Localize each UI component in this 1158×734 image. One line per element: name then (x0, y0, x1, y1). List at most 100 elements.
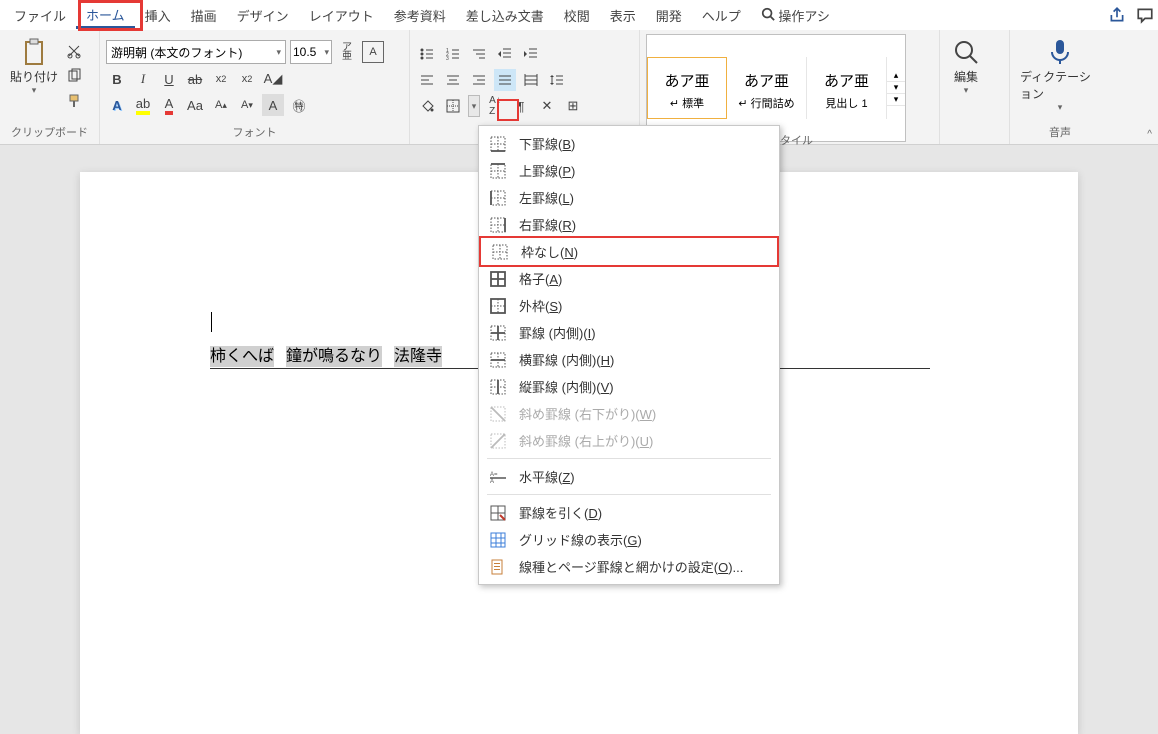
multilevel-list-button[interactable] (468, 43, 490, 65)
eraser-icon: A◢ (264, 71, 283, 87)
style-heading1[interactable]: あア亜 見出し 1 (807, 57, 887, 119)
bullets-button[interactable] (416, 43, 438, 65)
tab-draw[interactable]: 描画 (181, 2, 227, 29)
borders-menu-item-horizontal-line[interactable]: A=A水平線(Z) (479, 463, 779, 490)
borders-menu-item-borders-shading[interactable]: 線種とページ罫線と網かけの設定(O)... (479, 553, 779, 580)
tab-file[interactable]: ファイル (4, 2, 76, 29)
distributed-icon (523, 72, 539, 88)
borders-menu-item-border-none[interactable]: 枠なし(N) (479, 236, 779, 267)
borders-menu-item-border-left[interactable]: 左罫線(L) (479, 184, 779, 211)
align-right-button[interactable] (468, 69, 490, 91)
share-icon[interactable] (1108, 6, 1126, 24)
text-segment: 鐘が鳴るなり (286, 346, 382, 367)
dictation-button[interactable]: ディクテーション ▾ (1016, 34, 1104, 122)
font-color-button[interactable]: A (158, 94, 180, 116)
paste-button[interactable]: 貼り付け ▾ (6, 34, 62, 122)
clear-formatting-button[interactable]: A◢ (262, 68, 284, 90)
borders-menu-item-border-inside-h[interactable]: 横罫線 (内側)(H) (479, 346, 779, 373)
scroll-down-icon[interactable]: ▾ (887, 82, 905, 94)
cut-button[interactable] (66, 43, 82, 64)
phonetic-guide-button[interactable]: ア亜 (336, 41, 358, 63)
chevron-down-icon: ▾ (964, 85, 969, 96)
scroll-more-icon[interactable]: ▾ (887, 94, 905, 106)
enclose-chars-button[interactable]: A (362, 41, 384, 63)
tab-references[interactable]: 参考資料 (384, 2, 456, 29)
borders-dropdown-arrow[interactable]: ▾ (468, 95, 480, 117)
snap-to-grid-button[interactable]: ⊞ (562, 95, 584, 117)
subscript-button[interactable]: x2 (210, 68, 232, 90)
borders-menu-item-border-outside[interactable]: 外枠(S) (479, 292, 779, 319)
borders-button[interactable] (442, 95, 464, 117)
align-left-button[interactable] (416, 69, 438, 91)
char-shading-button[interactable]: A (262, 94, 284, 116)
tab-mailings[interactable]: 差し込み文書 (456, 2, 554, 29)
text-effects-button[interactable]: A (106, 94, 128, 116)
style-preview: あア亜 (824, 66, 869, 95)
borders-menu-item-border-inside-v[interactable]: 縦罫線 (内側)(V) (479, 373, 779, 400)
tab-help[interactable]: ヘルプ (692, 2, 751, 29)
tab-home[interactable]: ホーム (76, 1, 135, 29)
style-scroll[interactable]: ▴ ▾ ▾ (887, 70, 905, 106)
sort-button[interactable]: A↓Z (484, 95, 506, 117)
align-center-button[interactable] (442, 69, 464, 91)
tab-review[interactable]: 校閲 (554, 2, 600, 29)
borders-menu-item-border-right[interactable]: 右罫線(R) (479, 211, 779, 238)
tab-design[interactable]: デザイン (227, 2, 299, 29)
border-diag-up-icon (489, 432, 507, 450)
numbering-button[interactable]: 123 (442, 43, 464, 65)
text-segment: 柿くへば (210, 346, 274, 367)
horizontal-line-icon: A=A (489, 468, 507, 486)
borders-menu-item-view-gridlines[interactable]: グリッド線の表示(G) (479, 526, 779, 553)
highlight-button[interactable]: ab (132, 94, 154, 116)
tab-developer[interactable]: 開発 (646, 2, 692, 29)
justify-button[interactable] (494, 69, 516, 91)
shrink-font-button[interactable]: A▾ (236, 94, 258, 116)
borders-menu-item-draw-table[interactable]: 罫線を引く(D) (479, 499, 779, 526)
menu-item-label: 枠なし(N) (521, 242, 578, 261)
asian-layout-button[interactable]: ✕ (536, 95, 558, 117)
borders-menu-item-border-top[interactable]: 上罫線(P) (479, 157, 779, 184)
decrease-indent-button[interactable] (494, 43, 516, 65)
collapse-ribbon-button[interactable]: ^ (1147, 129, 1152, 140)
format-painter-button[interactable] (66, 93, 82, 114)
enclose-circle-button[interactable]: ㊕ (288, 94, 310, 116)
chevron-down-icon: ▾ (1058, 102, 1063, 113)
borders-menu-item-border-bottom[interactable]: 下罫線(B) (479, 130, 779, 157)
distributed-button[interactable] (520, 69, 542, 91)
copy-button[interactable] (66, 68, 82, 89)
increase-indent-button[interactable] (520, 43, 542, 65)
border-left-icon (489, 189, 507, 207)
tab-view[interactable]: 表示 (600, 2, 646, 29)
strikethrough-button[interactable]: ab (184, 68, 206, 90)
italic-button[interactable]: I (132, 68, 154, 90)
find-button[interactable]: 編集 ▾ (946, 34, 986, 142)
font-size-combo[interactable]: 10.5▾ (290, 40, 332, 64)
comments-icon[interactable] (1136, 6, 1154, 24)
bold-button[interactable]: B (106, 68, 128, 90)
style-name: 見出し 1 (825, 95, 867, 111)
show-marks-button[interactable]: ¶ (510, 95, 532, 117)
style-normal[interactable]: あア亜 ↵ 標準 (647, 57, 727, 119)
superscript-button[interactable]: x2 (236, 68, 258, 90)
borders-menu-item-border-all[interactable]: 格子(A) (479, 265, 779, 292)
menu-item-label: 罫線 (内側)(I) (519, 323, 596, 342)
style-no-spacing[interactable]: あア亜 ↵ 行間詰め (727, 57, 807, 119)
border-outside-icon (489, 297, 507, 315)
scroll-up-icon[interactable]: ▴ (887, 70, 905, 82)
line-spacing-button[interactable] (546, 69, 568, 91)
font-name-combo[interactable]: 游明朝 (本文のフォント)▾ (106, 40, 286, 64)
change-case-button[interactable]: Aa (184, 94, 206, 116)
menu-item-label: 左罫線(L) (519, 188, 574, 207)
multilevel-icon (471, 46, 487, 62)
tab-insert[interactable]: 挿入 (135, 2, 181, 29)
underline-button[interactable]: U (158, 68, 180, 90)
group-clipboard: 貼り付け ▾ クリップボード (0, 30, 100, 144)
border-all-icon (489, 270, 507, 288)
borders-menu-item-border-inside[interactable]: 罫線 (内側)(I) (479, 319, 779, 346)
shading-button[interactable] (416, 95, 438, 117)
grow-font-button[interactable]: A▴ (210, 94, 232, 116)
dictation-label: ディクテーション (1020, 68, 1100, 102)
chevron-down-icon: ▾ (32, 85, 37, 96)
tab-layout[interactable]: レイアウト (299, 2, 384, 29)
tell-me-search[interactable]: 操作アシ (751, 2, 840, 29)
